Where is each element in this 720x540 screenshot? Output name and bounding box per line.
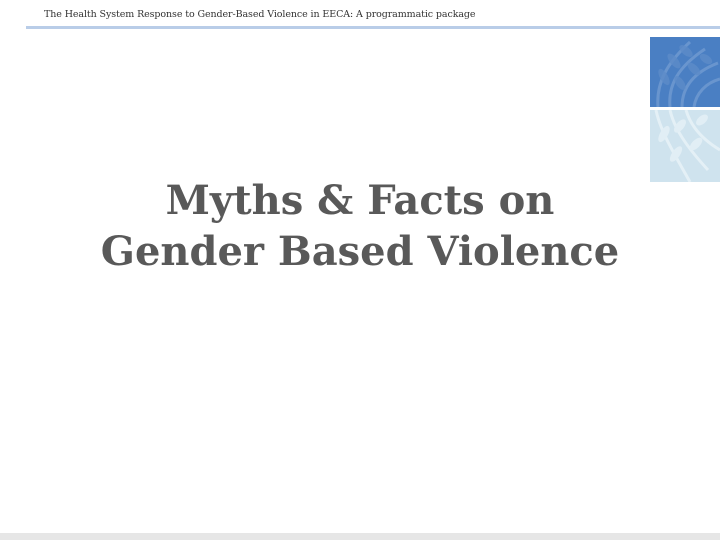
slide-title-line-2: Gender Based Violence [100,228,620,275]
laurel-pattern-icon [650,110,720,182]
slide-title: Myths & Facts on Gender Based Violence [60,175,660,277]
slide-title-line-1: Myths & Facts on [165,177,555,224]
slide: The Health System Response to Gender-Bas… [0,0,720,540]
un-laurel-emblem-icon [650,37,720,107]
footer-band [0,533,720,540]
header-rule [26,26,720,29]
header-text: The Health System Response to Gender-Bas… [44,9,476,20]
